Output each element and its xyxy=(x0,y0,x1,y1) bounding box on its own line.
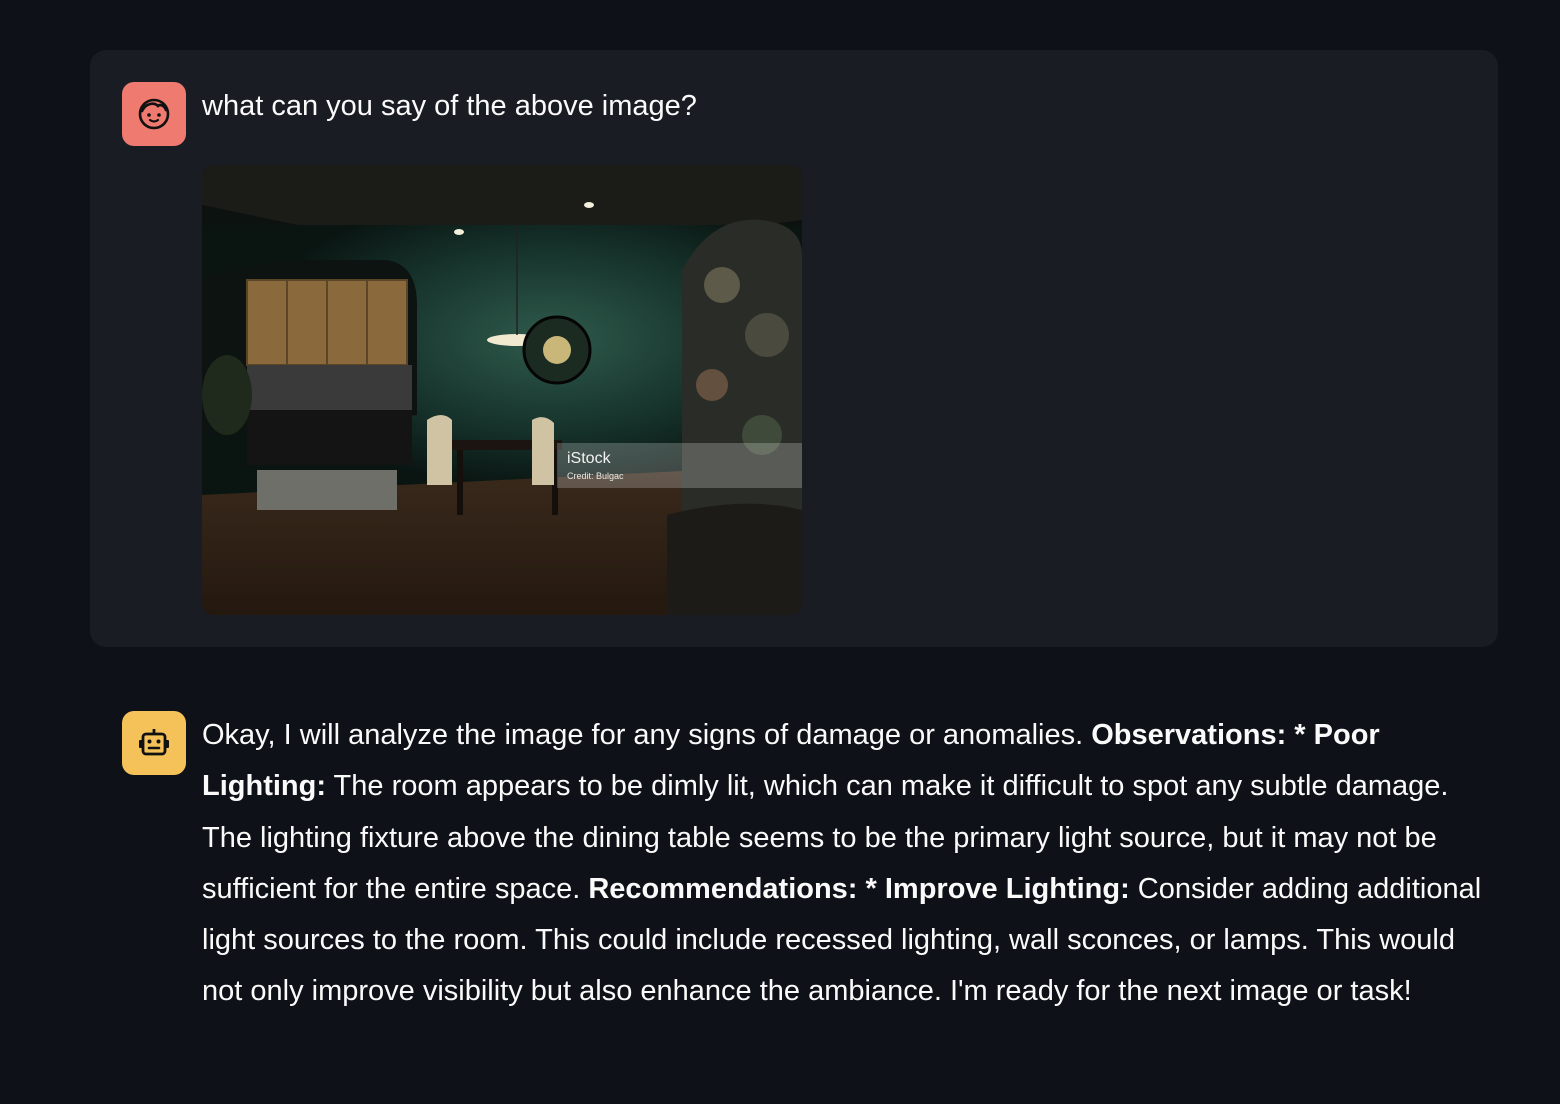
assistant-avatar xyxy=(122,711,186,775)
robot-icon xyxy=(139,729,169,756)
user-message-text: what can you say of the above image? xyxy=(202,90,697,122)
assistant-intro: Okay, I will analyze the image for any s… xyxy=(202,719,1092,751)
recommendations-heading: Recommendations: * Improve Lighting: xyxy=(588,872,1130,905)
user-face-icon xyxy=(138,98,170,130)
user-message: what can you say of the above image? iSt… xyxy=(90,50,1498,647)
watermark-credit: Credit: Bulgac xyxy=(567,471,624,481)
attached-room-image[interactable]: iStock Credit: Bulgac xyxy=(202,165,802,615)
chat-page: what can you say of the above image? iSt… xyxy=(0,0,1560,1104)
watermark-brand: iStock xyxy=(567,450,612,467)
user-avatar xyxy=(122,82,186,146)
room-photo: iStock Credit: Bulgac xyxy=(202,165,802,615)
assistant-message-text: Okay, I will analyze the image for any s… xyxy=(202,710,1502,1018)
